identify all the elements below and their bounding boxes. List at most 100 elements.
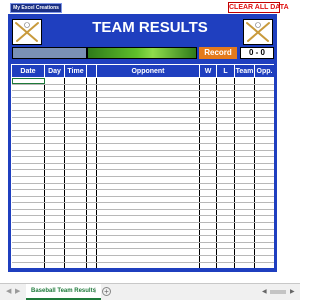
table-cell[interactable] [64,103,87,111]
table-cell[interactable] [254,123,274,131]
table-cell[interactable] [199,255,217,263]
table-cell[interactable] [96,156,200,164]
table-cell[interactable] [199,163,217,171]
table-cell[interactable] [64,117,87,125]
table-cell[interactable] [254,169,274,177]
table-cell[interactable] [254,196,274,204]
table-cell[interactable] [199,156,217,164]
table-cell[interactable] [234,169,255,177]
table-cell[interactable] [199,183,217,191]
table-cell[interactable] [216,169,235,177]
table-cell[interactable] [234,202,255,210]
table-cell[interactable] [64,176,87,184]
table-cell[interactable] [86,262,97,268]
table-cell[interactable] [216,176,235,184]
table-cell[interactable] [234,103,255,111]
sheet-menu-icon[interactable]: ⋮ [92,287,98,294]
table-cell[interactable] [11,209,45,217]
table-cell[interactable] [234,189,255,197]
table-cell[interactable] [96,242,200,250]
table-cell[interactable] [254,150,274,158]
table-cell[interactable] [11,235,45,243]
table-cell[interactable] [44,117,65,125]
table-cell[interactable] [44,156,65,164]
table-cell[interactable] [11,77,45,85]
table-cell[interactable] [44,130,65,138]
table-cell[interactable] [96,130,200,138]
table-cell[interactable] [64,123,87,131]
table-cell[interactable] [216,90,235,98]
table-cell[interactable] [44,222,65,230]
table-cell[interactable] [44,136,65,144]
table-cell[interactable] [96,255,200,263]
table-cell[interactable] [86,196,97,204]
table-cell[interactable] [64,150,87,158]
clear-all-data-button[interactable]: CLEAR ALL DATA [228,2,289,13]
table-cell[interactable] [11,117,45,125]
table-cell[interactable] [199,189,217,197]
table-cell[interactable] [64,202,87,210]
table-cell[interactable] [216,235,235,243]
table-cell[interactable] [254,255,274,263]
table-cell[interactable] [64,169,87,177]
table-cell[interactable] [234,209,255,217]
table-cell[interactable] [234,84,255,92]
table-cell[interactable] [86,176,97,184]
prev-sheet-icon[interactable]: ◀ [6,287,11,295]
table-cell[interactable] [44,169,65,177]
table-cell[interactable] [11,262,45,268]
table-cell[interactable] [234,97,255,105]
table-cell[interactable] [64,84,87,92]
table-cell[interactable] [254,262,274,268]
table-cell[interactable] [234,215,255,224]
table-cell[interactable] [86,103,97,111]
table-cell[interactable] [199,110,217,118]
table-cell[interactable] [199,117,217,125]
table-cell[interactable] [199,169,217,177]
table-cell[interactable] [44,176,65,184]
table-cell[interactable] [96,196,200,204]
table-cell[interactable] [44,248,65,257]
table-cell[interactable] [96,123,200,131]
table-cell[interactable] [199,123,217,131]
table-cell[interactable] [11,156,45,164]
table-cell[interactable] [96,77,200,85]
table-cell[interactable] [199,215,217,224]
table-cell[interactable] [44,189,65,197]
table-cell[interactable] [86,123,97,131]
logo-button[interactable]: My Excel Creations [10,3,62,13]
table-cell[interactable] [199,235,217,243]
table-cell[interactable] [216,215,235,224]
table-cell[interactable] [64,209,87,217]
table-cell[interactable] [86,156,97,164]
table-cell[interactable] [216,136,235,144]
table-cell[interactable] [86,222,97,230]
table-cell[interactable] [199,229,217,237]
table-cell[interactable] [86,235,97,243]
table-cell[interactable] [86,84,97,92]
table-cell[interactable] [254,136,274,144]
table-cell[interactable] [254,156,274,164]
table-cell[interactable] [11,222,45,230]
table-cell[interactable] [216,189,235,197]
table-cell[interactable] [254,202,274,210]
table-cell[interactable] [11,103,45,111]
table-cell[interactable] [86,163,97,171]
table-cell[interactable] [44,242,65,250]
table-cell[interactable] [216,183,235,191]
record-value[interactable]: 0 - 0 [240,47,274,59]
table-cell[interactable] [44,215,65,224]
table-cell[interactable] [234,77,255,85]
table-cell[interactable] [11,215,45,224]
table-cell[interactable] [44,110,65,118]
table-cell[interactable] [11,90,45,98]
table-cell[interactable] [96,97,200,105]
table-cell[interactable] [234,229,255,237]
table-cell[interactable] [86,255,97,263]
table-cell[interactable] [216,209,235,217]
scroll-right-icon[interactable]: ▶ [290,288,295,295]
table-cell[interactable] [44,103,65,111]
table-cell[interactable] [86,242,97,250]
table-cell[interactable] [216,117,235,125]
table-cell[interactable] [216,242,235,250]
